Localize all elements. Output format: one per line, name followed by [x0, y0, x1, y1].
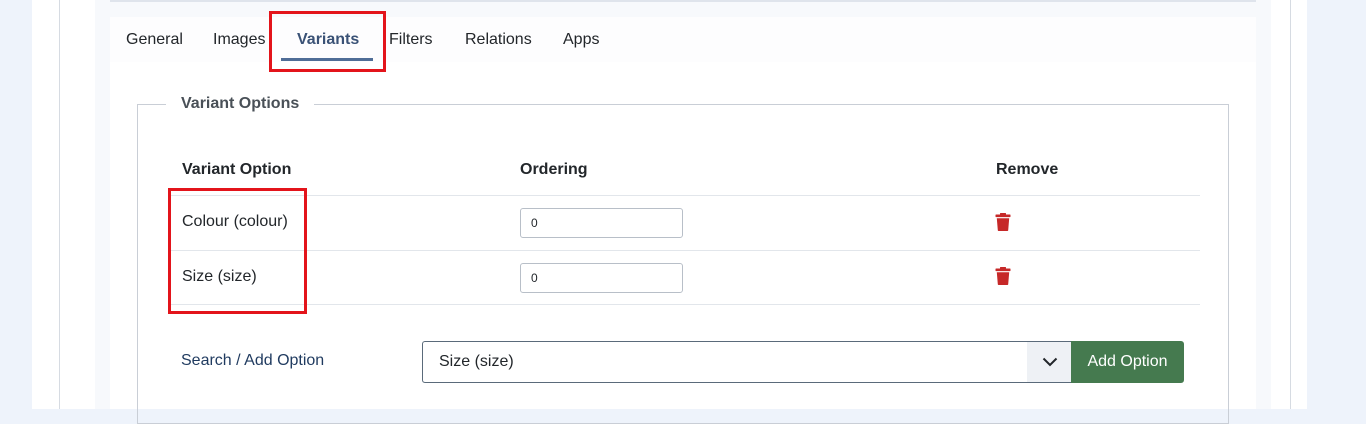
trash-icon[interactable]	[995, 213, 1011, 231]
row-divider	[168, 250, 1200, 251]
tab-images[interactable]: Images	[213, 17, 265, 62]
header-variant-option: Variant Option	[182, 161, 292, 178]
select-value: Size (size)	[439, 353, 514, 370]
ordering-input[interactable]	[520, 263, 683, 293]
tab-general[interactable]: General	[126, 17, 183, 62]
tab-filters[interactable]: Filters	[389, 17, 433, 62]
ordering-input[interactable]	[520, 208, 683, 238]
header-remove: Remove	[996, 161, 1059, 178]
row-divider	[168, 195, 1200, 196]
variant-option-name: Colour (colour)	[182, 213, 288, 230]
top-divider	[110, 0, 1256, 2]
search-add-option-label: Search / Add Option	[181, 352, 325, 369]
add-option-button[interactable]: Add Option	[1071, 341, 1184, 383]
tab-variants[interactable]: Variants	[297, 17, 359, 62]
variant-option-select[interactable]: Size (size)	[422, 341, 1072, 383]
tab-apps[interactable]: Apps	[563, 17, 599, 62]
active-tab-indicator	[281, 58, 373, 61]
chevron-down-icon[interactable]	[1027, 342, 1072, 382]
tab-bar: General Images Variants Filters Relation…	[110, 17, 1256, 63]
row-divider	[168, 304, 1200, 305]
fieldset-legend: Variant Options	[166, 92, 315, 116]
variant-option-name: Size (size)	[182, 268, 257, 285]
header-ordering: Ordering	[520, 161, 588, 178]
tab-relations[interactable]: Relations	[465, 17, 532, 62]
trash-icon[interactable]	[995, 267, 1011, 285]
